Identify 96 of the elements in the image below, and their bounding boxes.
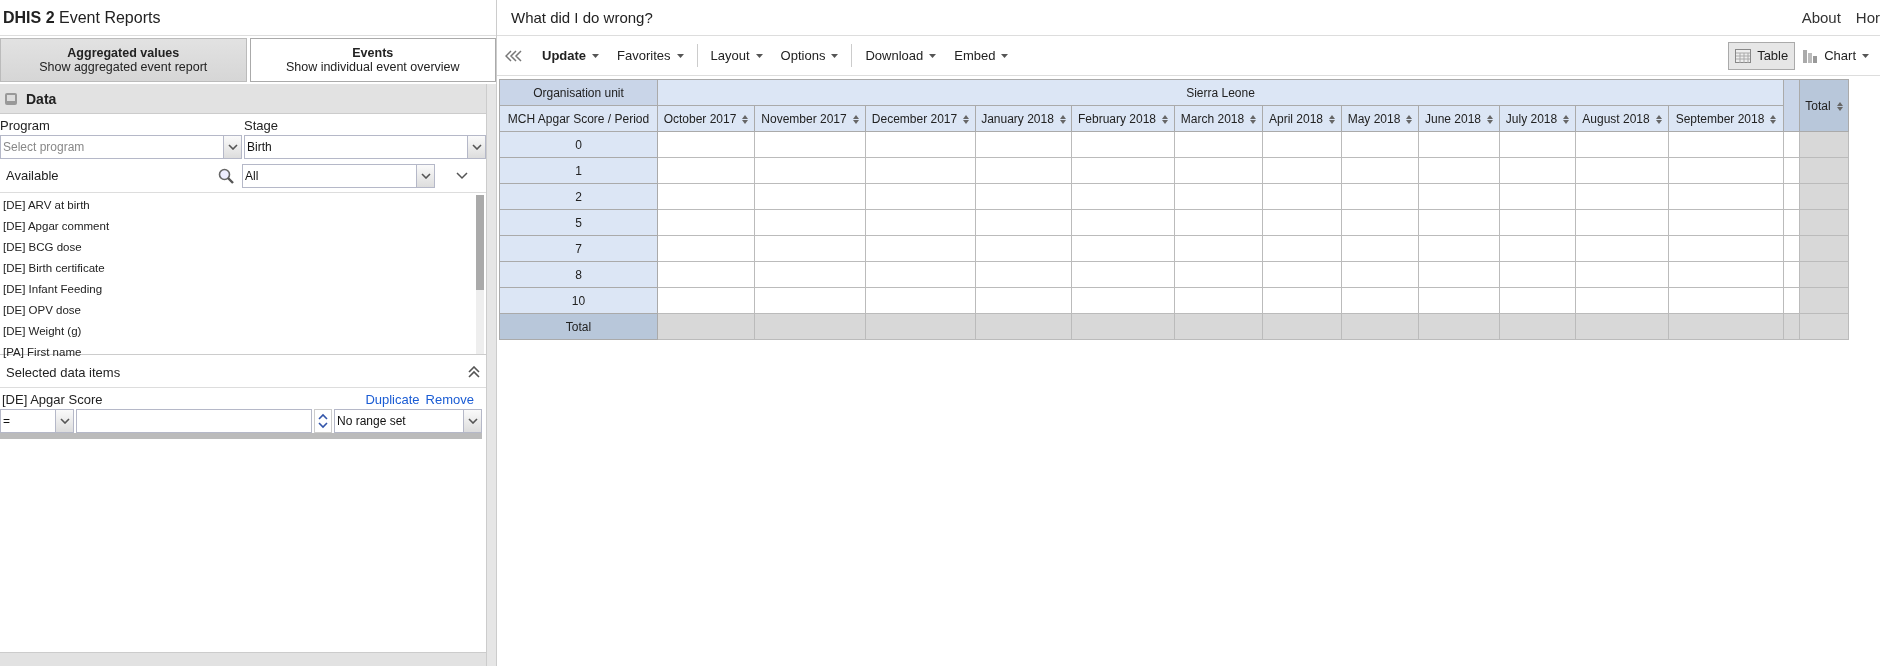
- toolbar-button[interactable]: Options: [773, 44, 846, 67]
- table-header[interactable]: October 2017: [657, 105, 755, 132]
- chevron-down-icon: [59, 418, 70, 424]
- value-field[interactable]: [76, 409, 312, 433]
- search-icon[interactable]: [218, 167, 234, 184]
- sort-icon: [1836, 101, 1843, 111]
- row-header: Total: [499, 313, 658, 340]
- available-item[interactable]: [DE] Weight (g): [0, 321, 476, 342]
- available-label: Available: [5, 168, 59, 183]
- row-header: 1: [499, 157, 658, 184]
- sort-icon: [1406, 114, 1413, 124]
- program-select[interactable]: Select program: [0, 135, 242, 159]
- available-item[interactable]: [DE] ARV at birth: [0, 195, 476, 216]
- view-button[interactable]: Chart: [1795, 41, 1876, 70]
- caret-icon: [755, 53, 763, 58]
- field-label: Stage: [244, 117, 279, 135]
- sort-icon: [852, 114, 859, 124]
- report-title: What did I do wrong?: [511, 9, 653, 26]
- range-select[interactable]: No range set: [334, 409, 482, 433]
- app-title: DHIS 2 Event Reports: [0, 0, 496, 36]
- toolbar-button[interactable]: Layout: [703, 44, 770, 67]
- sort-icon: [1563, 114, 1570, 124]
- table-header[interactable]: April 2018: [1262, 105, 1342, 132]
- sort-icon: [1487, 114, 1494, 124]
- caret-icon: [831, 53, 839, 58]
- spinner-icon[interactable]: [314, 409, 332, 433]
- table-header[interactable]: January 2018: [975, 105, 1072, 132]
- table-header[interactable]: August 2018: [1575, 105, 1669, 132]
- field-label: Program: [0, 117, 51, 135]
- table-header[interactable]: June 2018: [1418, 105, 1500, 132]
- table-header[interactable]: May 2018: [1341, 105, 1419, 132]
- chevron-down-icon: [227, 144, 238, 150]
- item-link[interactable]: Remove: [425, 392, 474, 407]
- selected-items-title: Selected data items: [6, 364, 121, 380]
- table-header: Sierra Leone: [657, 79, 1784, 106]
- available-item[interactable]: [DE] OPV dose: [0, 300, 476, 321]
- caret-icon: [929, 53, 937, 58]
- toolbar-button[interactable]: Embed: [947, 44, 1016, 67]
- operator-select[interactable]: =: [0, 409, 74, 433]
- monitor-icon: [4, 91, 18, 106]
- filter-select[interactable]: All: [242, 163, 435, 188]
- table-header: Organisation unit: [499, 79, 658, 106]
- row-header: 8: [499, 261, 658, 288]
- sort-icon: [1329, 114, 1335, 124]
- row-header: 10: [499, 287, 658, 314]
- collapse-icon[interactable]: [505, 49, 525, 62]
- bar-chart-icon: [1802, 48, 1819, 63]
- available-item[interactable]: [PA] First name: [0, 342, 476, 363]
- table-header[interactable]: March 2018: [1174, 105, 1263, 132]
- caret-icon: [676, 53, 684, 58]
- sort-icon: [1770, 114, 1777, 124]
- table-header[interactable]: February 2018: [1071, 105, 1175, 132]
- double-chevron-up-icon[interactable]: [468, 366, 480, 378]
- chevron-down-icon: [467, 418, 478, 424]
- table-header[interactable]: Total: [1799, 79, 1849, 132]
- scrollbar-thumb[interactable]: [476, 195, 484, 290]
- header-link[interactable]: About: [1801, 9, 1841, 26]
- sort-icon: [742, 114, 749, 124]
- sort-icon: [963, 114, 970, 124]
- selected-item-name: [DE] Apgar Score: [2, 392, 103, 407]
- toolbar-button[interactable]: Download: [858, 44, 944, 67]
- table-header[interactable]: July 2018: [1499, 105, 1576, 132]
- scrollbar-track[interactable]: [476, 195, 484, 354]
- row-header: 7: [499, 235, 658, 262]
- table-header[interactable]: December 2017: [865, 105, 976, 132]
- available-item[interactable]: [DE] Infant Feeding: [0, 279, 476, 300]
- caret-icon: [592, 53, 600, 58]
- stage-select[interactable]: Birth: [244, 135, 486, 159]
- row-header: 2: [499, 183, 658, 210]
- row-header: 0: [499, 131, 658, 158]
- header-link[interactable]: Hor: [1855, 9, 1880, 26]
- chevron-down-icon: [471, 144, 482, 150]
- row-header: 5: [499, 209, 658, 236]
- chevron-down-icon[interactable]: [455, 171, 468, 180]
- section-header[interactable]: Data: [0, 84, 486, 114]
- item-link[interactable]: Duplicate: [365, 392, 420, 407]
- mode-tab[interactable]: Events Show individual event overview: [249, 38, 496, 82]
- sort-icon: [1162, 114, 1168, 124]
- toolbar-button[interactable]: Favorites: [610, 44, 691, 67]
- sort-icon: [1250, 114, 1257, 124]
- available-item[interactable]: [DE] BCG dose: [0, 237, 476, 258]
- sort-icon: [1059, 114, 1066, 124]
- sort-icon: [1655, 114, 1662, 124]
- available-item[interactable]: [DE] Birth certificate: [0, 258, 476, 279]
- caret-icon: [1862, 53, 1869, 58]
- caret-icon: [1001, 53, 1009, 58]
- table-header[interactable]: November 2017: [754, 105, 866, 132]
- table-header: MCH Apgar Score / Period: [499, 105, 658, 132]
- toolbar-button[interactable]: Update: [535, 44, 607, 67]
- mode-tab[interactable]: Aggregated values Show aggregated event report: [0, 38, 247, 82]
- table-header[interactable]: September 2018: [1668, 105, 1784, 132]
- view-button[interactable]: Table: [1728, 41, 1796, 70]
- chevron-down-icon: [420, 172, 431, 179]
- table-icon: [1735, 48, 1752, 63]
- section-title: Data: [26, 90, 57, 107]
- available-item[interactable]: [DE] Apgar comment: [0, 216, 476, 237]
